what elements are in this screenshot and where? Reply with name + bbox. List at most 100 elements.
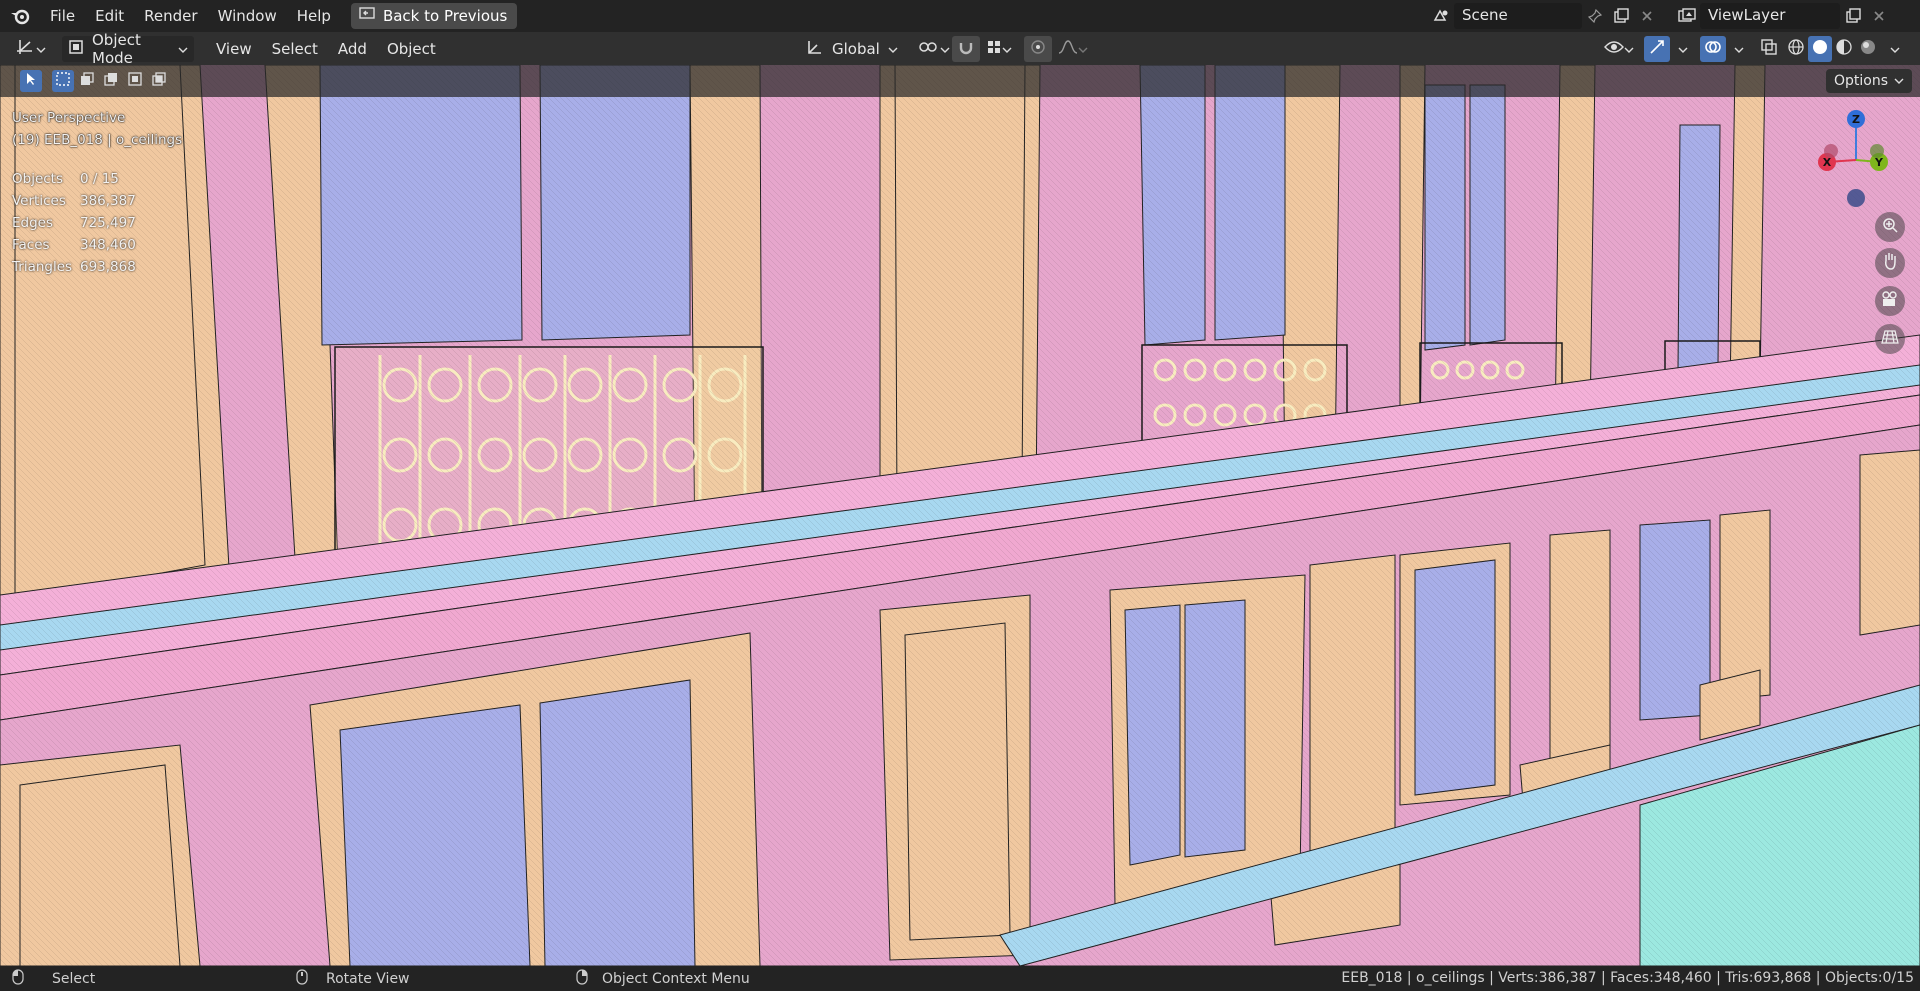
menu-add[interactable]: Add	[332, 36, 373, 62]
status-context-label: Object Context Menu	[602, 970, 750, 987]
pivot-point-dropdown[interactable]	[912, 36, 956, 62]
chevron-down-icon	[1890, 40, 1900, 58]
overlays-toggle[interactable]	[1700, 35, 1726, 62]
chevron-down-icon	[888, 40, 898, 58]
chevron-down-icon	[1678, 40, 1688, 58]
menu-window[interactable]: Window	[208, 0, 287, 32]
xray-toggle[interactable]	[1756, 36, 1782, 62]
select-subtract-icon	[103, 71, 119, 91]
select-subtract-mode-button[interactable]	[100, 70, 122, 92]
menu-object[interactable]: Object	[381, 36, 442, 62]
zoom-button[interactable]	[1875, 212, 1905, 242]
snap-toggle[interactable]	[952, 35, 980, 62]
stat-row-vertices: Vertices 386,387	[12, 190, 136, 212]
select-new-mode-button[interactable]	[52, 70, 74, 92]
select-extend-icon	[79, 71, 95, 91]
render-layers-icon[interactable]	[1674, 3, 1700, 29]
stat-value: 0 / 15	[80, 171, 119, 187]
chevron-down-icon	[36, 40, 46, 58]
options-dropdown[interactable]: Options	[1825, 69, 1912, 93]
gizmo-z-label: Z	[1852, 113, 1860, 126]
menu-help[interactable]: Help	[287, 0, 341, 32]
delete-scene-icon[interactable]	[1634, 3, 1660, 29]
shading-wireframe-button[interactable]	[1784, 36, 1808, 62]
scene-icon[interactable]	[1428, 3, 1454, 29]
proportional-falloff-dropdown[interactable]	[1052, 36, 1094, 62]
status-rotate-hint: Rotate View	[296, 966, 410, 991]
mode-label: Object Mode	[92, 30, 141, 67]
wireframe-sphere-icon	[1787, 38, 1805, 60]
visibility-dropdown[interactable]	[1598, 36, 1640, 62]
chevron-down-icon	[1894, 73, 1904, 89]
active-object-info: (19) EEB_018 | o_ceilings	[12, 132, 183, 148]
pin-icon[interactable]	[1582, 3, 1608, 29]
shading-dropdown[interactable]	[1884, 36, 1906, 62]
select-tool-button[interactable]	[20, 70, 42, 92]
menu-edit[interactable]: Edit	[85, 0, 134, 32]
mode-dropdown[interactable]: Object Mode	[62, 31, 194, 67]
proportional-edit-toggle[interactable]	[1024, 35, 1052, 62]
gizmo-dropdown[interactable]	[1672, 36, 1694, 62]
stat-label: Objects	[12, 171, 64, 187]
select-intersect-icon	[151, 71, 167, 91]
stat-label: Vertices	[12, 193, 66, 209]
stat-label: Faces	[12, 237, 50, 253]
3d-viewport[interactable]	[0, 65, 1920, 966]
delete-view-layer-icon[interactable]	[1866, 3, 1892, 29]
blender-logo-icon[interactable]	[0, 0, 40, 32]
hand-icon	[1882, 252, 1898, 274]
mouse-middle-icon	[296, 968, 308, 989]
chevron-down-icon	[1078, 40, 1088, 58]
gizmo-icon	[1648, 38, 1666, 60]
select-invert-mode-button[interactable]	[124, 70, 146, 92]
tool-settings-bar	[0, 65, 1920, 97]
stat-value: 348,460	[80, 237, 136, 253]
stat-row-faces: Faces 348,460	[12, 234, 136, 256]
stat-row-triangles: Triangles 693,868	[12, 256, 136, 278]
shading-rendered-button[interactable]	[1856, 36, 1880, 62]
pivot-icon	[918, 39, 940, 59]
snap-target-dropdown[interactable]	[980, 36, 1018, 62]
transform-orientation-dropdown[interactable]: Global	[800, 36, 904, 62]
stat-label: Edges	[12, 215, 54, 231]
perspective-toggle-button[interactable]	[1875, 324, 1905, 354]
snap-grid-icon	[986, 39, 1002, 59]
menu-select[interactable]: Select	[266, 36, 324, 62]
cursor-arrow-icon	[24, 72, 38, 90]
shading-solid-button[interactable]	[1808, 35, 1832, 62]
new-scene-icon[interactable]	[1608, 3, 1634, 29]
back-to-previous-label: Back to Previous	[382, 7, 508, 25]
scene-statistics: Objects 0 / 15 Vertices 386,387 Edges 725,4…	[12, 168, 136, 278]
shading-material-button[interactable]	[1832, 36, 1856, 62]
overlays-dropdown[interactable]	[1728, 36, 1750, 62]
editor-type-button[interactable]	[10, 36, 52, 62]
status-scene-info: EEB_018 | o_ceilings | Verts:386,387 | F…	[1341, 970, 1914, 986]
magnet-icon	[958, 39, 974, 59]
pan-button[interactable]	[1875, 248, 1905, 278]
select-extend-mode-button[interactable]	[76, 70, 98, 92]
view-layer-name-field[interactable]: ViewLayer	[1700, 3, 1840, 29]
gizmo-toggle[interactable]	[1644, 35, 1670, 62]
back-to-previous-button[interactable]: Back to Previous	[350, 3, 518, 29]
object-mode-icon	[68, 39, 84, 59]
camera-view-button[interactable]	[1875, 286, 1905, 316]
viewport-editor-icon	[16, 38, 36, 60]
grid-perspective-icon	[1881, 329, 1899, 349]
solid-sphere-icon	[1811, 38, 1829, 60]
orientation-label: Global	[832, 39, 880, 58]
viewport-header: Object Mode View Select Add Object Globa…	[0, 31, 1920, 67]
eye-icon	[1604, 40, 1624, 58]
view-name: User Perspective	[12, 110, 126, 126]
menu-render[interactable]: Render	[134, 0, 207, 32]
overlays-icon	[1704, 38, 1722, 60]
scene-name-field[interactable]: Scene	[1454, 3, 1582, 29]
camera-icon	[1881, 291, 1899, 311]
menu-file[interactable]: File	[40, 0, 85, 32]
menu-view[interactable]: View	[210, 36, 258, 62]
select-intersect-mode-button[interactable]	[148, 70, 170, 92]
stat-label: Triangles	[12, 259, 73, 275]
new-view-layer-icon[interactable]	[1840, 3, 1866, 29]
chevron-down-icon	[1734, 40, 1744, 58]
navigation-gizmo[interactable]: Z X Y	[1810, 105, 1910, 215]
options-label: Options	[1833, 73, 1888, 89]
